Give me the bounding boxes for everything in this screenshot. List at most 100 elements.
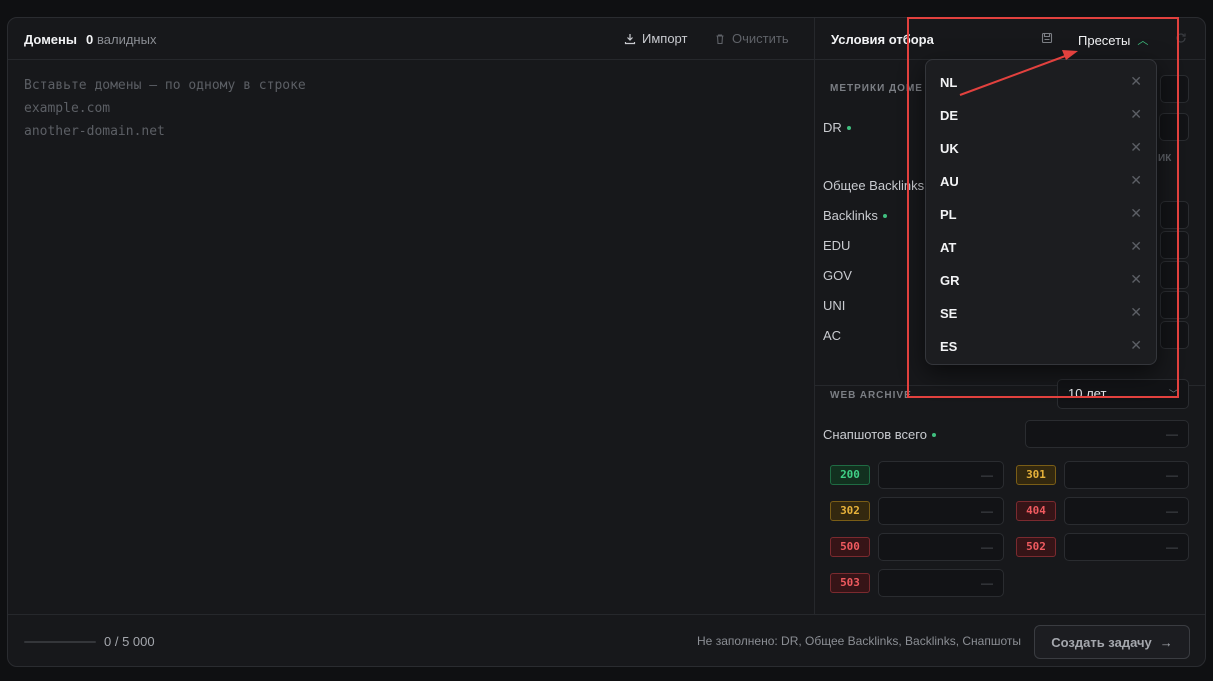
clear-button[interactable]: Очистить (714, 31, 789, 46)
metric-gov: GOV (823, 268, 852, 283)
valid-label: валидных (97, 32, 157, 47)
clear-label: Очистить (732, 31, 789, 46)
preset-item-es[interactable]: ES ✕ (926, 329, 1156, 362)
progress-bar (24, 641, 96, 643)
delete-preset-icon[interactable]: ✕ (1130, 106, 1142, 123)
metrics-section-label: МЕТРИКИ ДОМЕ (830, 83, 923, 94)
presets-button[interactable]: Пресеты ︿ (1078, 32, 1148, 48)
preset-name: SE (940, 306, 958, 321)
preset-name: GR (940, 273, 960, 288)
filters-title: Условия отбора (831, 32, 934, 47)
pane-divider (814, 18, 815, 614)
status-500-input[interactable]: — (878, 533, 1004, 561)
snapshots-text: Снапшотов всего (823, 427, 927, 442)
status-503-input[interactable]: — (878, 569, 1004, 597)
metric-label: AC (823, 328, 842, 343)
filters-header: Условия отбора Пресеты ︿ (815, 18, 1205, 60)
status-404-input[interactable]: — (1064, 497, 1189, 525)
required-dot (882, 213, 887, 218)
required-dot (931, 432, 936, 437)
preset-name: DE (940, 108, 959, 123)
preset-name: NL (940, 75, 958, 90)
dr-input[interactable] (1159, 113, 1189, 141)
download-icon (624, 33, 636, 44)
footer-bar: 0 / 5 000 Не заполнено: DR, Общее Backli… (8, 614, 1205, 666)
preset-item-at[interactable]: AT ✕ (926, 230, 1156, 263)
delete-preset-icon[interactable]: ✕ (1130, 238, 1142, 255)
metrics-select-edge[interactable] (1160, 75, 1189, 103)
archive-period-select[interactable]: 10 лет ﹀ (1057, 379, 1189, 409)
metric-edu: EDU (823, 238, 850, 253)
missing-fields-text: Не заполнено: DR, Общее Backlinks, Backl… (697, 634, 1021, 648)
preset-item-de[interactable]: DE ✕ (926, 98, 1156, 131)
preset-item-au[interactable]: AU ✕ (926, 164, 1156, 197)
import-button[interactable]: Импорт (624, 31, 687, 46)
delete-preset-icon[interactable]: ✕ (1130, 271, 1142, 288)
archive-period-value: 10 лет (1068, 386, 1107, 401)
metric-label: EDU (823, 238, 851, 253)
preset-item-gr[interactable]: GR ✕ (926, 263, 1156, 296)
delete-preset-icon[interactable]: ✕ (1130, 73, 1142, 90)
import-label: Импорт (642, 31, 688, 46)
preset-name: PL (940, 207, 957, 222)
trash-icon (716, 33, 724, 44)
delete-preset-icon[interactable]: ✕ (1130, 304, 1142, 321)
status-code-500: 500 (830, 537, 870, 557)
metric-dr: DR (823, 120, 851, 135)
status-302-input[interactable]: — (878, 497, 1004, 525)
metric-uni: UNI (823, 298, 845, 313)
preset-name: AU (940, 174, 959, 189)
delete-preset-icon[interactable]: ✕ (1130, 337, 1142, 354)
status-code-502: 502 (1016, 537, 1056, 557)
status-code-302: 302 (830, 501, 870, 521)
status-200-input[interactable]: — (878, 461, 1004, 489)
gov-input[interactable] (1160, 261, 1189, 289)
metric-label: DR (823, 120, 842, 135)
status-code-503: 503 (830, 573, 870, 593)
placeholder-line: example.com (24, 101, 111, 116)
save-icon[interactable] (1041, 32, 1053, 44)
preset-name: ES (940, 339, 958, 354)
ac-input[interactable] (1160, 321, 1189, 349)
required-dot (846, 125, 851, 130)
refresh-icon[interactable] (1175, 32, 1187, 44)
uni-input[interactable] (1160, 291, 1189, 319)
presets-dropdown: NL ✕ DE ✕ UK ✕ AU ✕ PL ✕ AT ✕ GR ✕ SE ✕ ES ✕ (925, 59, 1157, 365)
presets-label: Пресеты (1078, 32, 1131, 48)
preset-item-uk[interactable]: UK ✕ (926, 131, 1156, 164)
preset-item-pl[interactable]: PL ✕ (926, 197, 1156, 230)
preset-name: UK (940, 141, 959, 156)
chevron-up-icon: ︿ (1137, 35, 1149, 47)
chevron-down-icon: ﹀ (1168, 389, 1178, 399)
placeholder-line: Вставьте домены — по одному в строке (24, 78, 306, 93)
backlinks-input[interactable] (1160, 201, 1189, 229)
snapshots-label: Снапшотов всего (823, 427, 936, 442)
metric-backlinks: Backlinks (823, 208, 887, 223)
delete-preset-icon[interactable]: ✕ (1130, 205, 1142, 222)
domains-textarea[interactable]: Вставьте домены — по одному в строке exa… (24, 74, 804, 143)
create-task-label: Создать задачу (1051, 634, 1152, 650)
preset-item-nl[interactable]: NL ✕ (926, 65, 1156, 98)
preset-name: AT (940, 240, 957, 255)
metric-total-backlinks: Общее Backlinks (823, 178, 924, 193)
create-task-button[interactable]: Создать задачу → (1034, 625, 1190, 659)
status-code-301: 301 (1016, 465, 1056, 485)
delete-preset-icon[interactable]: ✕ (1130, 139, 1142, 156)
delete-preset-icon[interactable]: ✕ (1130, 172, 1142, 189)
domains-header: Домены 0 валидных Импорт Очистить (8, 18, 814, 60)
status-502-input[interactable]: — (1064, 533, 1189, 561)
status-code-200: 200 (830, 465, 870, 485)
partial-label: ИК (1158, 153, 1172, 164)
metric-ac: AC (823, 328, 841, 343)
placeholder-line: another-domain.net (24, 124, 165, 139)
status-code-404: 404 (1016, 501, 1056, 521)
metric-label: UNI (823, 298, 846, 313)
progress-text: 0 / 5 000 (104, 634, 155, 649)
snapshots-input[interactable]: — (1025, 420, 1189, 448)
valid-count: 0 (86, 32, 94, 47)
status-301-input[interactable]: — (1064, 461, 1189, 489)
metric-label: Общее Backlinks (823, 178, 925, 193)
edu-input[interactable] (1160, 231, 1189, 259)
preset-item-se[interactable]: SE ✕ (926, 296, 1156, 329)
domains-title: Домены (24, 32, 77, 47)
